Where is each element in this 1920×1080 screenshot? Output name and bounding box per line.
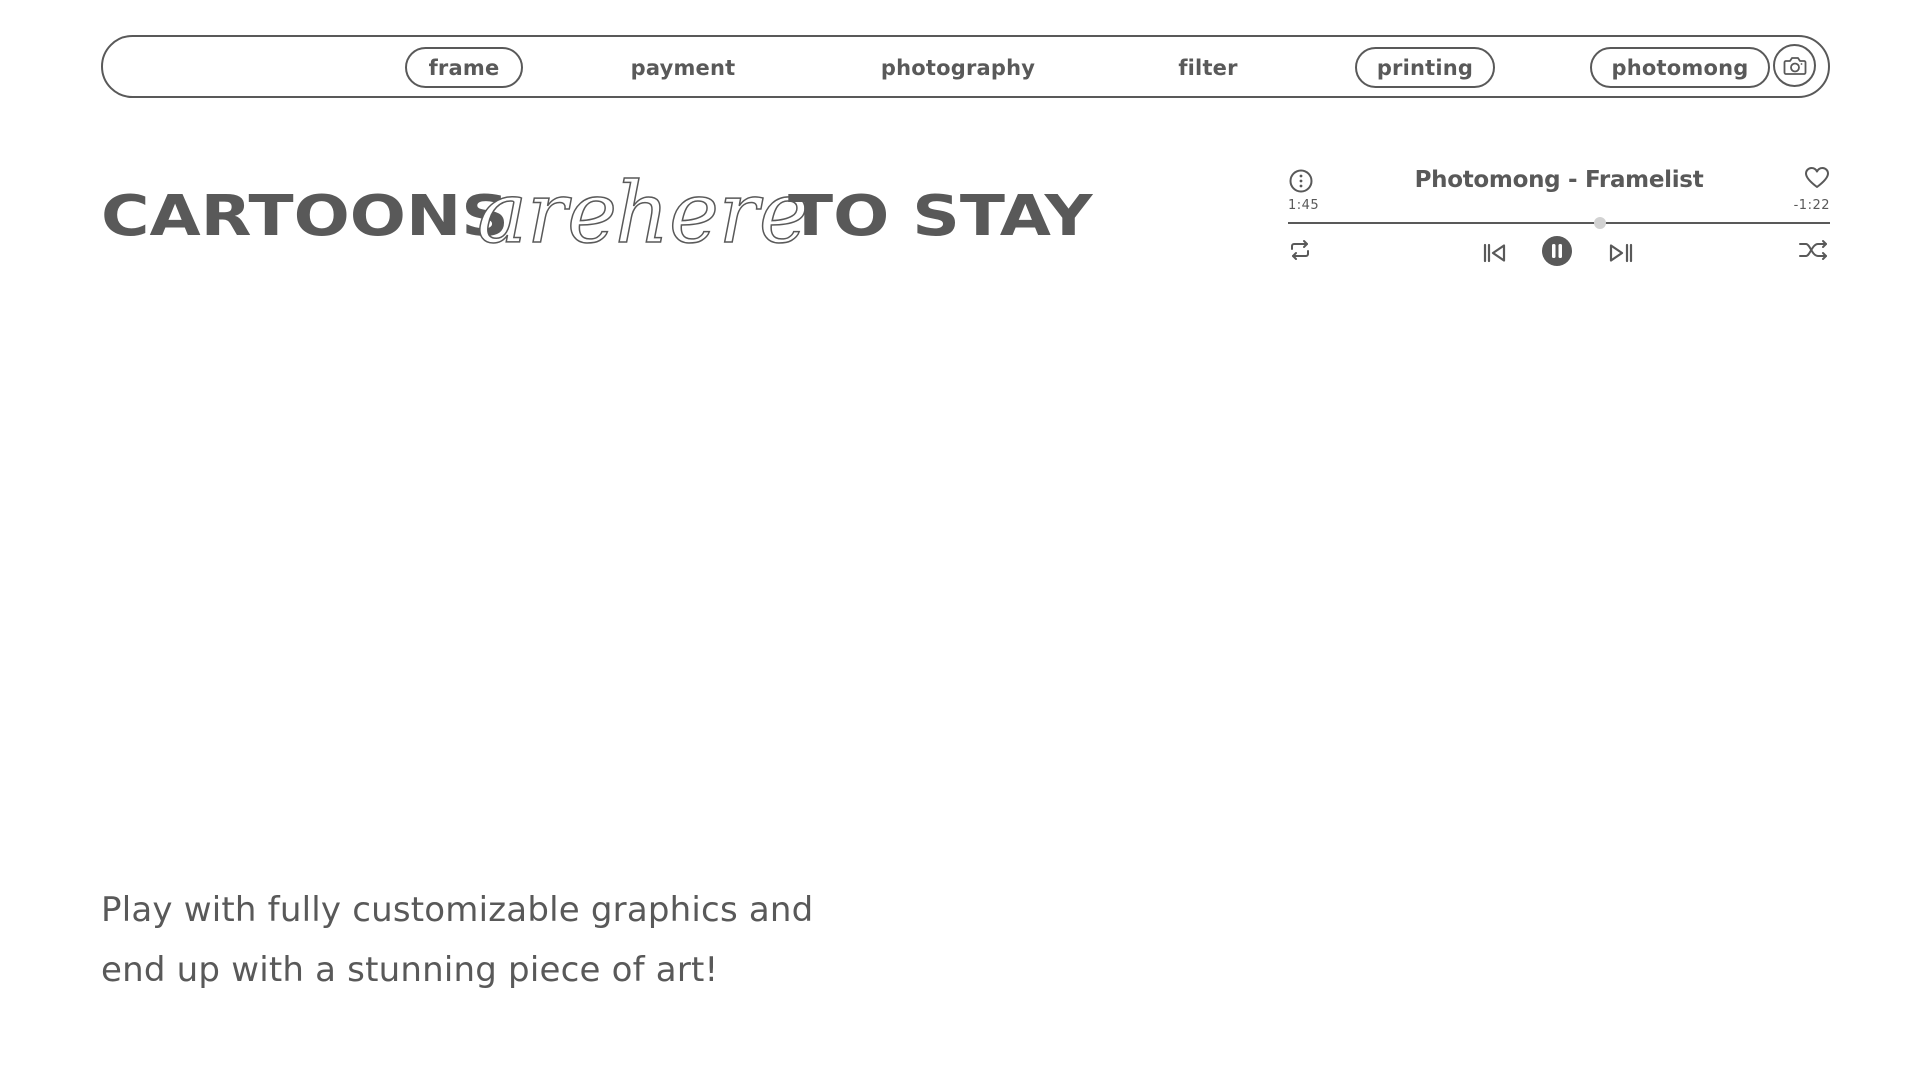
nav-item-label: photography	[880, 55, 1036, 80]
headline-script-here: here	[614, 163, 809, 263]
headline-script-are: are	[476, 163, 617, 263]
headline-to-stay: TO STAY	[788, 184, 1093, 249]
remaining-time: -1:22	[1793, 198, 1830, 213]
nav-item-frame[interactable]: frame	[405, 47, 523, 88]
nav-item-label: photomong	[1611, 55, 1749, 80]
tagline-line-1: Play with fully customizable graphics an…	[101, 890, 814, 930]
tagline-line-2: end up with a stunning piece of art!	[101, 950, 719, 990]
nav-item-payment[interactable]: payment	[613, 47, 753, 88]
nav-item-label: printing	[1376, 55, 1474, 80]
skip-back-icon[interactable]	[1482, 241, 1508, 265]
nav-item-photomong[interactable]: photomong	[1590, 47, 1770, 88]
camera-icon	[1783, 56, 1806, 75]
headline-cartoons: CARTOONS	[101, 184, 509, 249]
tagline: Play with fully customizable graphics an…	[101, 880, 861, 1000]
progress-knob[interactable]	[1593, 217, 1606, 229]
nav-item-filter[interactable]: filter	[1163, 47, 1253, 88]
hero-headline: CARTOONS are here TO STAY	[101, 160, 1101, 270]
play-next-icon[interactable]	[1608, 241, 1634, 265]
progress-track[interactable]	[1288, 222, 1830, 224]
heart-icon[interactable]	[1804, 165, 1830, 191]
pause-button[interactable]	[1541, 235, 1573, 267]
repeat-icon[interactable]	[1288, 238, 1312, 262]
music-player: Photomong - Framelist 1:45 -1:22	[1288, 163, 1830, 273]
elapsed-time: 1:45	[1288, 198, 1320, 213]
camera-button[interactable]	[1773, 44, 1816, 87]
nav-item-printing[interactable]: printing	[1355, 47, 1495, 88]
nav-item-label: frame	[428, 55, 500, 80]
nav-item-label: payment	[630, 55, 736, 80]
nav-item-label: filter	[1178, 55, 1238, 80]
top-nav-bar: frame payment photography filter printin…	[101, 35, 1830, 98]
nav-item-photography[interactable]: photography	[873, 47, 1043, 88]
shuffle-icon[interactable]	[1798, 238, 1830, 262]
track-title: Photomong - Framelist	[1414, 167, 1704, 193]
page: frame payment photography filter printin…	[0, 0, 1920, 1080]
